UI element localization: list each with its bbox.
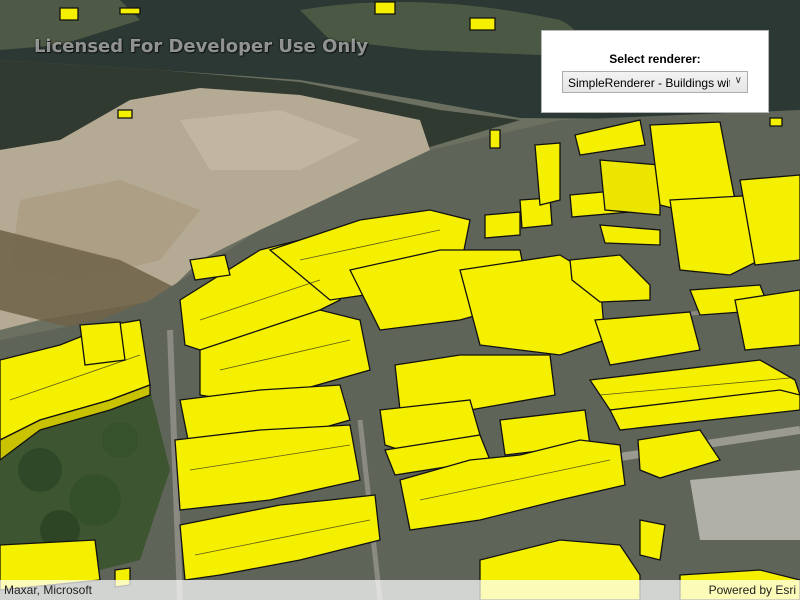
building: [484, 211, 521, 239]
renderer-panel: Select renderer: SimpleRenderer - Buildi…: [541, 30, 769, 113]
building: [534, 142, 561, 206]
powered-by-esri: Powered by Esri: [708, 583, 796, 597]
chevron-down-icon: ∨: [734, 75, 742, 86]
attribution-credits[interactable]: Maxar, Microsoft: [4, 583, 92, 597]
building: [374, 1, 396, 15]
building: [59, 7, 79, 21]
building: [599, 159, 661, 216]
renderer-dropdown[interactable]: SimpleRenderer - Buildings without edges…: [562, 71, 748, 93]
building: [734, 289, 800, 351]
building: [489, 129, 501, 149]
attribution-bar: Maxar, Microsoft Powered by Esri: [0, 580, 800, 600]
building: [469, 17, 496, 31]
building: [117, 109, 133, 119]
building: [639, 519, 666, 561]
building: [189, 254, 231, 281]
building: [119, 7, 141, 15]
renderer-label: Select renderer:: [609, 52, 701, 66]
building: [79, 321, 126, 366]
renderer-selected-value: SimpleRenderer - Buildings without edges: [568, 76, 730, 90]
license-watermark: Licensed For Developer Use Only: [34, 36, 369, 57]
building: [769, 117, 783, 127]
